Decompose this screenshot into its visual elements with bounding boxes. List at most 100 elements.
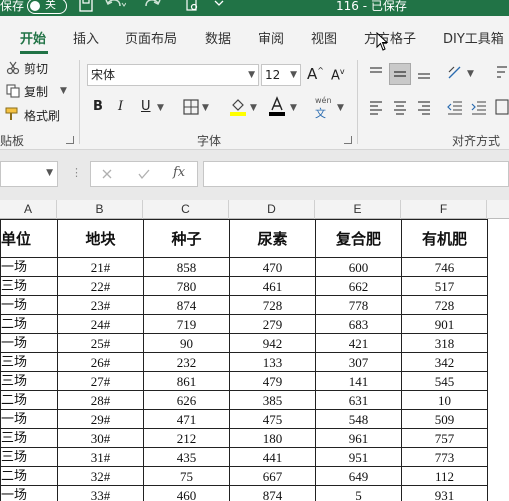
autosave-toggle[interactable]: 关: [27, 0, 67, 14]
cell-urea[interactable]: 667: [229, 466, 316, 486]
cell-unit[interactable]: 三场: [0, 276, 58, 296]
column-header-b[interactable]: B: [57, 200, 143, 219]
underline-button[interactable]: U: [141, 99, 151, 114]
cell-seed[interactable]: 858: [143, 257, 230, 277]
insert-function-button[interactable]: fx: [173, 165, 185, 180]
cell-plot[interactable]: 23#: [57, 295, 144, 315]
borders-icon[interactable]: [183, 99, 199, 115]
cell-seed[interactable]: 471: [143, 409, 230, 429]
header-cell-organic-fertilizer[interactable]: 有机肥: [401, 219, 488, 258]
cell-compound-fertilizer[interactable]: 5: [315, 485, 402, 501]
column-header-c[interactable]: C: [143, 200, 229, 219]
cell-unit[interactable]: 一场: [0, 485, 58, 501]
cell-compound-fertilizer[interactable]: 951: [315, 447, 402, 467]
format-painter-button[interactable]: 格式刷: [24, 107, 60, 124]
column-header-a[interactable]: A: [0, 200, 57, 219]
cell-unit[interactable]: 三场: [0, 371, 58, 391]
cell-urea[interactable]: 385: [229, 390, 316, 410]
cut-icon[interactable]: [6, 61, 20, 75]
cell-seed[interactable]: 90: [143, 333, 230, 353]
cell-urea[interactable]: 874: [229, 485, 316, 501]
cell-plot[interactable]: 29#: [57, 409, 144, 429]
cell-seed[interactable]: 719: [143, 314, 230, 334]
cell-compound-fertilizer[interactable]: 421: [315, 333, 402, 353]
font-color-icon[interactable]: [268, 96, 286, 116]
cell-urea[interactable]: 180: [229, 428, 316, 448]
cell-unit[interactable]: 二场: [0, 466, 58, 486]
tab-insert[interactable]: 插入: [73, 28, 99, 47]
cell-unit[interactable]: 三场: [0, 447, 58, 467]
column-header-f[interactable]: F: [401, 200, 487, 219]
cell-urea[interactable]: 728: [229, 295, 316, 315]
cell-seed[interactable]: 861: [143, 371, 230, 391]
cell-plot[interactable]: 33#: [57, 485, 144, 501]
formula-bar-splitter-icon[interactable]: ⋮: [71, 166, 82, 179]
bold-button[interactable]: B: [93, 99, 103, 114]
name-box-dropdown-icon[interactable]: ▼: [46, 168, 53, 178]
orientation-dropdown-icon[interactable]: ▼: [467, 69, 474, 79]
cancel-icon[interactable]: [101, 168, 113, 180]
name-box[interactable]: ▼: [0, 161, 58, 187]
tab-fangfang[interactable]: 方方格子: [364, 28, 416, 47]
align-bottom-icon[interactable]: [416, 65, 432, 81]
copy-button[interactable]: 复制: [24, 83, 48, 100]
font-name-select[interactable]: 宋体 ▼: [87, 64, 259, 86]
cell-organic-fertilizer[interactable]: 901: [401, 314, 488, 334]
header-cell-seed[interactable]: 种子: [143, 219, 230, 258]
cell-compound-fertilizer[interactable]: 961: [315, 428, 402, 448]
underline-dropdown-icon[interactable]: ▼: [157, 103, 164, 113]
header-cell-urea[interactable]: 尿素: [229, 219, 316, 258]
cell-compound-fertilizer[interactable]: 683: [315, 314, 402, 334]
cell-compound-fertilizer[interactable]: 631: [315, 390, 402, 410]
cell-compound-fertilizer[interactable]: 649: [315, 466, 402, 486]
cell-organic-fertilizer[interactable]: 773: [401, 447, 488, 467]
fill-color-icon[interactable]: [229, 96, 247, 116]
italic-button[interactable]: I: [118, 99, 123, 114]
cell-plot[interactable]: 24#: [57, 314, 144, 334]
enter-icon[interactable]: [137, 168, 151, 180]
font-name-dropdown-icon[interactable]: ▼: [248, 65, 255, 85]
cell-unit[interactable]: 一场: [0, 409, 58, 429]
decrease-font-size-button[interactable]: Av: [331, 67, 345, 83]
font-color-dropdown-icon[interactable]: ▼: [290, 103, 297, 113]
quick-access-more-icon[interactable]: [212, 0, 226, 13]
cell-urea[interactable]: 279: [229, 314, 316, 334]
cell-compound-fertilizer[interactable]: 600: [315, 257, 402, 277]
cell-seed[interactable]: 75: [143, 466, 230, 486]
cell-unit[interactable]: 一场: [0, 333, 58, 353]
cell-seed[interactable]: 460: [143, 485, 230, 501]
redo-icon[interactable]: [140, 0, 162, 13]
font-size-select[interactable]: 12 ▼: [261, 64, 301, 86]
tab-view[interactable]: 视图: [311, 28, 337, 47]
formula-input[interactable]: [203, 161, 509, 187]
cell-organic-fertilizer[interactable]: 342: [401, 352, 488, 372]
tab-home[interactable]: 开始: [20, 28, 46, 47]
cell-organic-fertilizer[interactable]: 10: [401, 390, 488, 410]
cell-organic-fertilizer[interactable]: 757: [401, 428, 488, 448]
cell-compound-fertilizer[interactable]: 548: [315, 409, 402, 429]
cell-plot[interactable]: 22#: [57, 276, 144, 296]
align-left-icon[interactable]: [368, 99, 384, 115]
cell-plot[interactable]: 31#: [57, 447, 144, 467]
format-painter-icon[interactable]: [5, 107, 21, 121]
cell-unit[interactable]: 三场: [0, 352, 58, 372]
cell-compound-fertilizer[interactable]: 662: [315, 276, 402, 296]
cell-seed[interactable]: 212: [143, 428, 230, 448]
align-middle-button[interactable]: [389, 63, 411, 85]
phonetic-guide-button[interactable]: wén 文: [315, 96, 332, 121]
cell-plot[interactable]: 26#: [57, 352, 144, 372]
cell-compound-fertilizer[interactable]: 307: [315, 352, 402, 372]
print-preview-icon[interactable]: [184, 0, 200, 13]
align-center-icon[interactable]: [392, 99, 408, 115]
column-header-e[interactable]: E: [315, 200, 401, 219]
header-cell-unit[interactable]: 单位: [0, 219, 58, 258]
fill-color-dropdown-icon[interactable]: ▼: [250, 103, 257, 113]
cell-organic-fertilizer[interactable]: 545: [401, 371, 488, 391]
wrap-text-icon[interactable]: [495, 64, 509, 82]
cell-organic-fertilizer[interactable]: 931: [401, 485, 488, 501]
cut-button[interactable]: 剪切: [24, 60, 48, 77]
cell-seed[interactable]: 232: [143, 352, 230, 372]
increase-indent-icon[interactable]: [470, 99, 488, 115]
cell-plot[interactable]: 28#: [57, 390, 144, 410]
cell-urea[interactable]: 441: [229, 447, 316, 467]
